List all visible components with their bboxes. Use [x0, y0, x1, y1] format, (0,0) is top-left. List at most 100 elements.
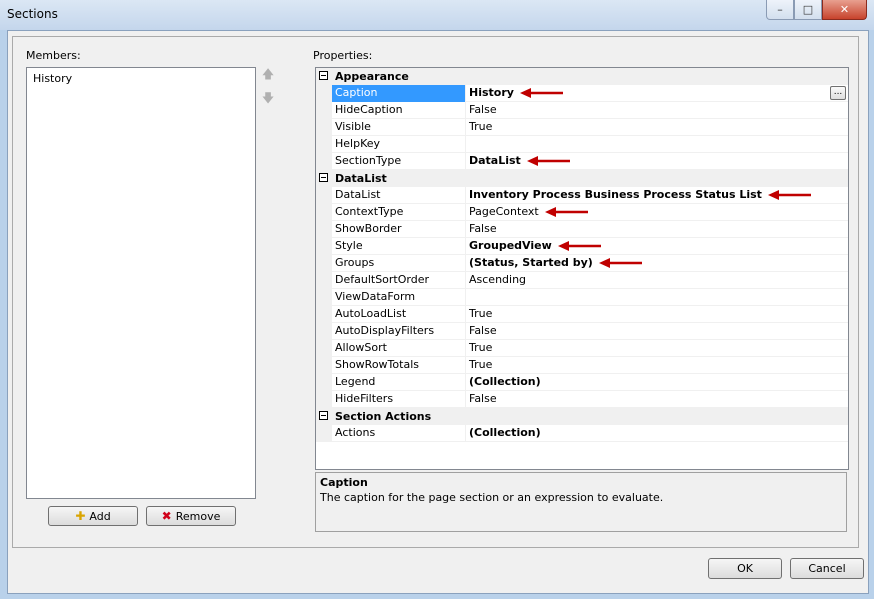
ellipsis-button[interactable]: ...	[830, 86, 846, 100]
property-value[interactable]: True	[469, 340, 844, 357]
annotation-arrow-icon	[526, 156, 570, 166]
property-name: ContextType	[332, 204, 466, 221]
row-gutter	[316, 357, 332, 374]
ok-button[interactable]: OK	[708, 558, 782, 579]
row-gutter	[316, 374, 332, 391]
property-name: Legend	[332, 374, 466, 391]
property-name: Actions	[332, 425, 466, 442]
property-value[interactable]	[469, 289, 844, 306]
property-name: Visible	[332, 119, 466, 136]
dialog-client: Members: History 🡅 🡇 ✚ Add ✖ Remove Prop…	[7, 30, 869, 594]
property-name: HideCaption	[332, 102, 466, 119]
property-name: AutoLoadList	[332, 306, 466, 323]
annotation-arrow-icon	[767, 190, 811, 200]
property-row-showrowtotals[interactable]: ShowRowTotals True	[316, 357, 848, 374]
property-name: HelpKey	[332, 136, 466, 153]
title-bar: Sections – □ ✕	[0, 0, 874, 30]
property-value[interactable]: Ascending	[469, 272, 844, 289]
row-gutter	[316, 340, 332, 357]
property-row-hidecaption[interactable]: HideCaption False	[316, 102, 848, 119]
minimize-button[interactable]: –	[766, 0, 794, 20]
property-row-datalist[interactable]: DataList Inventory Process Business Proce…	[316, 187, 848, 204]
move-down-icon[interactable]: 🡇	[261, 91, 275, 105]
add-label: Add	[89, 509, 111, 523]
property-name: ViewDataForm	[332, 289, 466, 306]
caption-buttons: – □ ✕	[766, 0, 867, 20]
property-grid[interactable]: Appearance Caption History... HideCaption Fa…	[315, 67, 849, 470]
category-section-actions[interactable]: Section Actions	[316, 408, 848, 425]
property-row-helpkey[interactable]: HelpKey	[316, 136, 848, 153]
property-row-groups[interactable]: Groups (Status, Started by)	[316, 255, 848, 272]
window-title: Sections	[7, 7, 58, 21]
property-value[interactable]: DataList	[469, 153, 844, 170]
property-row-style[interactable]: Style GroupedView	[316, 238, 848, 255]
property-value[interactable]: True	[469, 119, 844, 136]
property-value[interactable]: (Collection)	[469, 425, 844, 442]
collapse-icon[interactable]	[319, 411, 328, 420]
category-label: Section Actions	[335, 410, 432, 423]
row-gutter	[316, 425, 332, 442]
property-row-autodisplayfilters[interactable]: AutoDisplayFilters False	[316, 323, 848, 340]
property-name: Groups	[332, 255, 466, 272]
property-value[interactable]: (Collection)	[469, 374, 844, 391]
help-panel: Caption The caption for the page section…	[315, 472, 847, 532]
property-row-autoloadlist[interactable]: AutoLoadList True	[316, 306, 848, 323]
property-value[interactable]: PageContext	[469, 204, 844, 221]
property-value[interactable]: False	[469, 102, 844, 119]
property-value[interactable]	[469, 136, 844, 153]
property-value[interactable]: GroupedView	[469, 238, 844, 255]
row-gutter	[316, 102, 332, 119]
maximize-button[interactable]: □	[794, 0, 822, 20]
collapse-icon[interactable]	[319, 71, 328, 80]
row-gutter	[316, 391, 332, 408]
remove-icon: ✖	[161, 509, 172, 523]
property-name: SectionType	[332, 153, 466, 170]
property-row-showborder[interactable]: ShowBorder False	[316, 221, 848, 238]
property-value[interactable]: False	[469, 221, 844, 238]
property-row-allowsort[interactable]: AllowSort True	[316, 340, 848, 357]
members-list[interactable]: History	[26, 67, 256, 499]
property-row-caption[interactable]: Caption History...	[316, 85, 848, 102]
property-value[interactable]: True	[469, 306, 844, 323]
property-value[interactable]: False	[469, 391, 844, 408]
row-gutter	[316, 221, 332, 238]
help-title: Caption	[320, 476, 368, 489]
row-gutter	[316, 306, 332, 323]
list-item[interactable]: History	[31, 72, 74, 85]
property-row-defaultsortorder[interactable]: DefaultSortOrder Ascending	[316, 272, 848, 289]
row-gutter	[316, 153, 332, 170]
property-name: Caption	[332, 85, 466, 102]
close-button[interactable]: ✕	[822, 0, 867, 20]
add-icon: ✚	[75, 509, 86, 523]
collapse-icon[interactable]	[319, 173, 328, 182]
category-appearance[interactable]: Appearance	[316, 68, 848, 85]
properties-label: Properties:	[313, 49, 373, 62]
property-row-actions[interactable]: Actions (Collection)	[316, 425, 848, 442]
property-value[interactable]: True	[469, 357, 844, 374]
property-value[interactable]: (Status, Started by)	[469, 255, 844, 272]
category-label: Appearance	[335, 70, 409, 83]
add-button[interactable]: ✚ Add	[48, 506, 138, 526]
property-value[interactable]: False	[469, 323, 844, 340]
property-row-contexttype[interactable]: ContextType PageContext	[316, 204, 848, 221]
category-label: DataList	[335, 172, 387, 185]
property-row-hidefilters[interactable]: HideFilters False	[316, 391, 848, 408]
remove-button[interactable]: ✖ Remove	[146, 506, 236, 526]
row-gutter	[316, 272, 332, 289]
property-row-viewdataform[interactable]: ViewDataForm	[316, 289, 848, 306]
row-gutter	[316, 204, 332, 221]
category-datalist[interactable]: DataList	[316, 170, 848, 187]
members-label: Members:	[26, 49, 81, 62]
property-row-legend[interactable]: Legend (Collection)	[316, 374, 848, 391]
help-description: The caption for the page section or an e…	[320, 491, 664, 504]
move-up-icon[interactable]: 🡅	[261, 67, 275, 81]
property-row-sectiontype[interactable]: SectionType DataList	[316, 153, 848, 170]
annotation-arrow-icon	[544, 207, 588, 217]
property-name: AutoDisplayFilters	[332, 323, 466, 340]
cancel-button[interactable]: Cancel	[790, 558, 864, 579]
row-gutter	[316, 136, 332, 153]
annotation-arrow-icon	[598, 258, 642, 268]
remove-label: Remove	[175, 509, 221, 523]
property-row-visible[interactable]: Visible True	[316, 119, 848, 136]
property-name: ShowRowTotals	[332, 357, 466, 374]
